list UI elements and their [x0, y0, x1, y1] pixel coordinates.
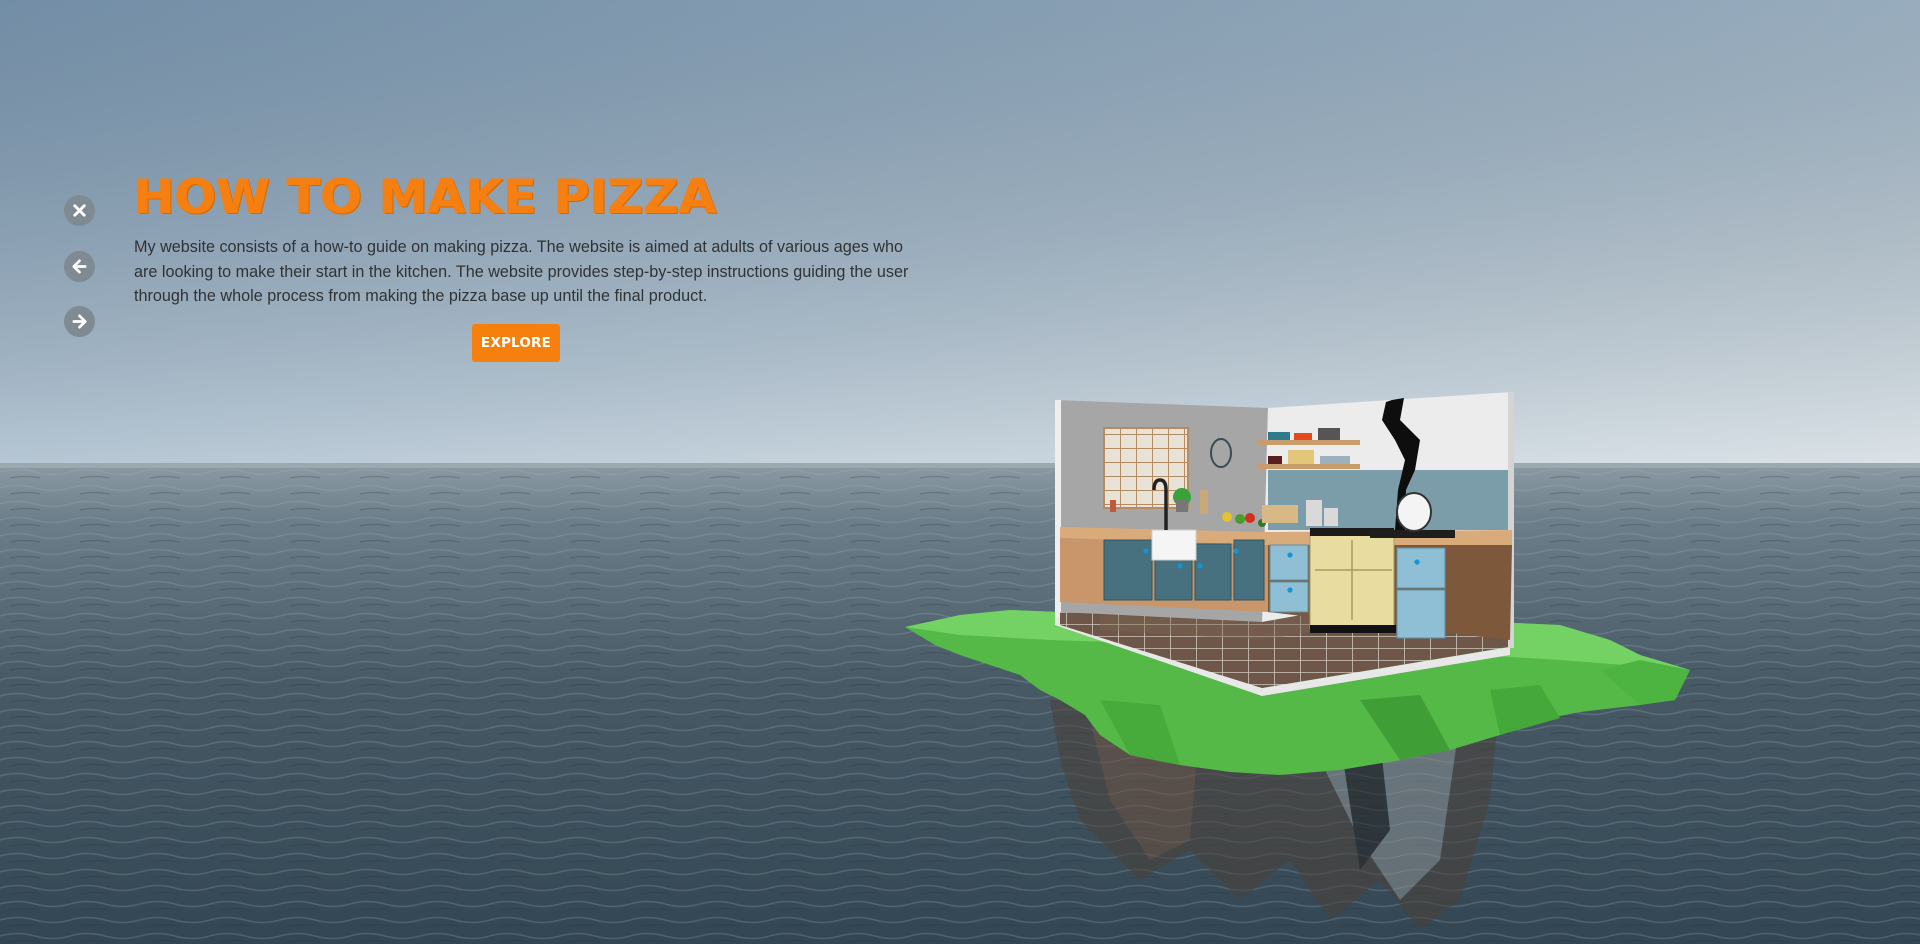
page-title: HOW TO MAKE PIZZA [134, 170, 717, 225]
next-button[interactable] [64, 306, 95, 337]
3d-scene[interactable] [0, 0, 1920, 944]
close-button[interactable] [64, 195, 95, 226]
page-description: My website consists of a how-to guide on… [134, 238, 909, 305]
arrow-left-icon [72, 259, 87, 274]
explore-button[interactable]: EXPLORE [472, 324, 560, 362]
previous-button[interactable] [64, 251, 95, 282]
close-icon [73, 204, 86, 217]
arrow-right-icon [72, 314, 87, 329]
